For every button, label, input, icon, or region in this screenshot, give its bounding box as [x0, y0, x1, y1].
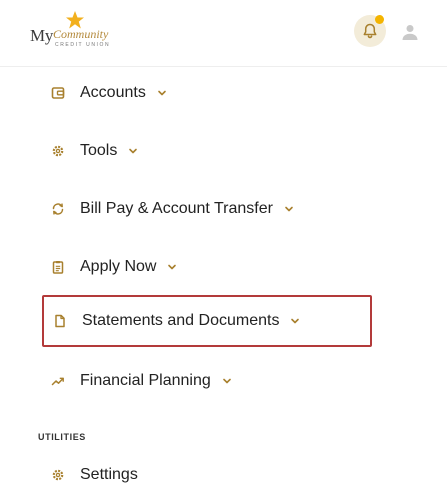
clipboard-icon: [50, 259, 66, 275]
menu-item-label: Settings: [80, 466, 138, 483]
section-label-utilities: UTILITIES: [38, 432, 86, 442]
chevron-down-icon: [127, 145, 139, 157]
wallet-icon: [50, 85, 66, 101]
menu-item-apply-now[interactable]: Apply Now: [42, 241, 372, 293]
app-root: My Community CREDIT UNION Accounts Tools…: [0, 0, 447, 487]
chevron-down-icon: [283, 203, 295, 215]
transfer-icon: [50, 201, 66, 217]
menu-item-label: Tools: [80, 142, 118, 159]
menu-item-financial-planning[interactable]: Financial Planning: [42, 355, 372, 407]
document-icon: [52, 313, 68, 329]
menu-item-settings[interactable]: Settings: [42, 449, 372, 487]
notification-badge: [375, 15, 384, 24]
menu-item-label: Statements and Documents: [82, 312, 280, 329]
menu-item-bill-pay[interactable]: Bill Pay & Account Transfer: [42, 183, 372, 235]
menu-item-accounts[interactable]: Accounts: [42, 67, 372, 119]
logo-credit-union-text: CREDIT UNION: [55, 42, 111, 48]
menu-item-label: Bill Pay & Account Transfer: [80, 200, 273, 217]
chevron-down-icon: [221, 375, 233, 387]
bell-icon: [363, 23, 377, 39]
menu-item-tools[interactable]: Tools: [42, 125, 372, 177]
gear-icon: [50, 143, 66, 159]
menu-item-label: Financial Planning: [80, 372, 211, 389]
trending-up-icon: [50, 373, 66, 389]
menu-item-label: Apply Now: [80, 258, 157, 275]
gear-icon: [50, 467, 66, 483]
logo-community-text: Community: [53, 27, 109, 41]
chevron-down-icon: [166, 261, 178, 273]
chevron-down-icon: [289, 315, 301, 327]
logo-my-text: My: [30, 26, 54, 45]
notifications-button[interactable]: [354, 15, 386, 47]
chevron-down-icon: [156, 87, 168, 99]
user-icon: [402, 25, 418, 40]
app-header: My Community CREDIT UNION: [0, 0, 447, 67]
profile-button[interactable]: [398, 20, 422, 44]
menu-item-statements-documents[interactable]: Statements and Documents: [42, 295, 372, 347]
menu-item-label: Accounts: [80, 84, 146, 101]
brand-logo[interactable]: My Community CREDIT UNION: [30, 10, 125, 50]
